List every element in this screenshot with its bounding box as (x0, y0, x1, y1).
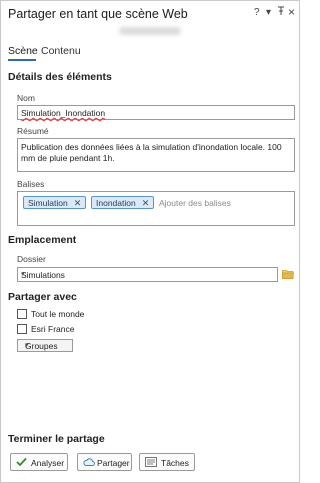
tasks-label: Tâches (161, 458, 189, 468)
chevron-down-icon: ▾ (21, 271, 25, 278)
tab-content-label: Contenu (41, 45, 81, 57)
cloud-upload-icon (83, 457, 95, 469)
section-share-with: Partager avec (8, 291, 77, 303)
remove-tag-icon[interactable]: ✕ (74, 198, 82, 208)
tab-content[interactable]: Contenu (41, 45, 81, 57)
folder-select[interactable]: Simulations ▾ (17, 267, 278, 282)
active-tab-indicator (8, 59, 36, 61)
summary-label: Résumé (17, 126, 49, 136)
tab-scene-label: Scène (8, 45, 38, 57)
chevron-down-icon: ▾ (25, 342, 29, 349)
groups-dropdown[interactable]: Groupes ▾ (17, 339, 73, 352)
tag-chip: Inondation ✕ (91, 196, 155, 209)
section-item-details: Détails des éléments (8, 71, 112, 83)
summary-value: Publication des données liées à la simul… (21, 142, 282, 163)
blurred-account-info (119, 27, 181, 35)
tag-label: Inondation (96, 198, 136, 208)
section-location: Emplacement (8, 234, 77, 246)
share-web-scene-pane: Partager en tant que scène Web ? ▾ × Scè… (0, 0, 300, 483)
tab-scene[interactable]: Scène (8, 45, 38, 61)
analyze-label: Analyser (31, 458, 65, 468)
tags-placeholder[interactable]: Ajouter des balises (159, 198, 231, 208)
organization-checkbox[interactable] (17, 324, 27, 334)
tags-field[interactable]: Simulation ✕ Inondation ✕ Ajouter des bali… (17, 191, 295, 226)
share-label: Partager (97, 458, 130, 468)
checkmark-icon (16, 457, 27, 469)
everyone-label: Tout le monde (31, 309, 85, 319)
folder-browse-icon[interactable] (282, 269, 294, 279)
summary-field[interactable]: Publication des données liées à la simul… (17, 138, 295, 172)
folder-label: Dossier (17, 254, 46, 264)
pane-titlebar: Partager en tant que scène Web ? ▾ × (1, 1, 299, 25)
tag-label: Simulation (28, 198, 68, 208)
name-field[interactable]: Simulation_Inondation (17, 105, 295, 120)
section-finish-sharing: Terminer le partage (8, 433, 105, 445)
tags-label: Balises (17, 179, 45, 189)
menu-chevron-icon[interactable]: ▾ (266, 7, 271, 18)
pin-icon[interactable] (277, 6, 285, 19)
name-label: Nom (17, 93, 35, 103)
tag-chip: Simulation ✕ (23, 196, 87, 209)
share-button[interactable]: Partager (77, 453, 132, 471)
everyone-checkbox[interactable] (17, 309, 27, 319)
task-list-icon (145, 457, 157, 469)
tab-bar: Scène Contenu (1, 43, 299, 61)
analyze-button[interactable]: Analyser (10, 453, 68, 471)
name-value: Simulation_Inondation (21, 108, 106, 118)
tasks-button[interactable]: Tâches (139, 453, 195, 471)
help-icon[interactable]: ? (254, 7, 260, 18)
pane-title: Partager en tant que scène Web (8, 7, 188, 21)
remove-tag-icon[interactable]: ✕ (142, 198, 150, 208)
organization-label: Esri France (31, 324, 75, 334)
close-icon[interactable]: × (288, 5, 295, 19)
